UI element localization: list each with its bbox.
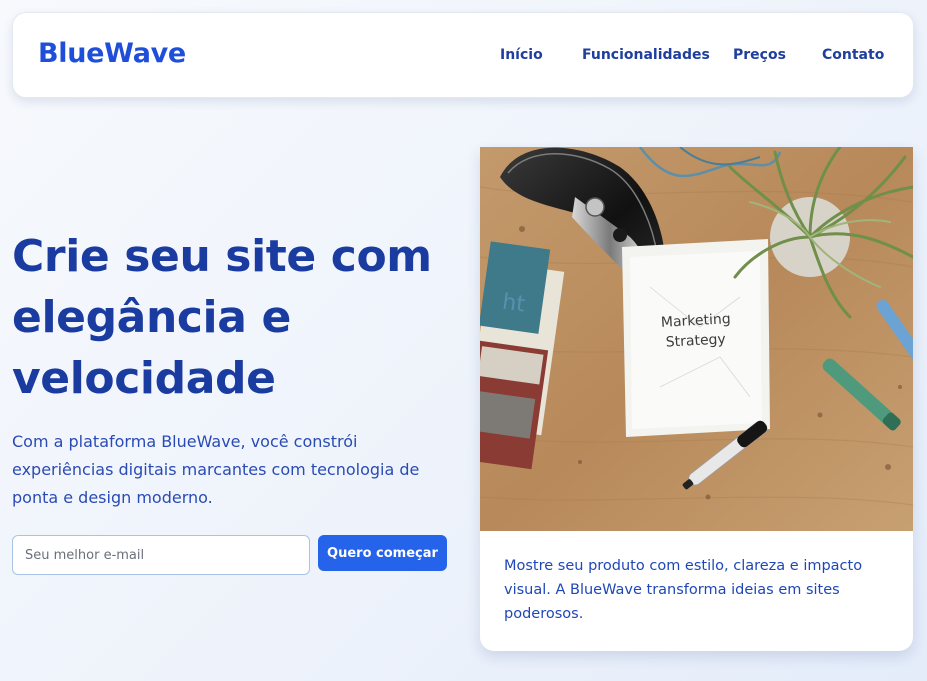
hero-title: Crie seu site com elegância e velocidade: [12, 226, 462, 409]
product-card: ht Marketing Strategy Mostre seu produto…: [480, 147, 913, 651]
cta-button[interactable]: Quero começar: [318, 535, 447, 571]
card-caption: Mostre seu produto com estilo, clareza e…: [504, 558, 863, 622]
brand-logo[interactable]: BlueWave: [38, 38, 186, 69]
nav-link-precos[interactable]: Preços: [733, 47, 786, 63]
hero-description: Com a plataforma BlueWave, você constrói…: [12, 432, 420, 507]
top-navbar: BlueWave Início Funcionalidades Preços C…: [12, 12, 914, 98]
nav-link-funcionalidades[interactable]: Funcionalidades: [582, 47, 710, 63]
hero-title-line-1: Crie seu site com: [12, 231, 432, 282]
email-input[interactable]: [12, 535, 310, 575]
hero-title-line-2: elegância e: [12, 292, 291, 343]
nav-link-contato[interactable]: Contato: [822, 47, 884, 63]
note-text-line-2: Strategy: [665, 331, 726, 350]
svg-text:ht: ht: [501, 290, 527, 318]
nav-link-inicio[interactable]: Início: [500, 47, 543, 63]
marketing-strategy-photo: ht Marketing Strategy: [480, 147, 913, 531]
hero-title-line-3: velocidade: [12, 353, 276, 404]
